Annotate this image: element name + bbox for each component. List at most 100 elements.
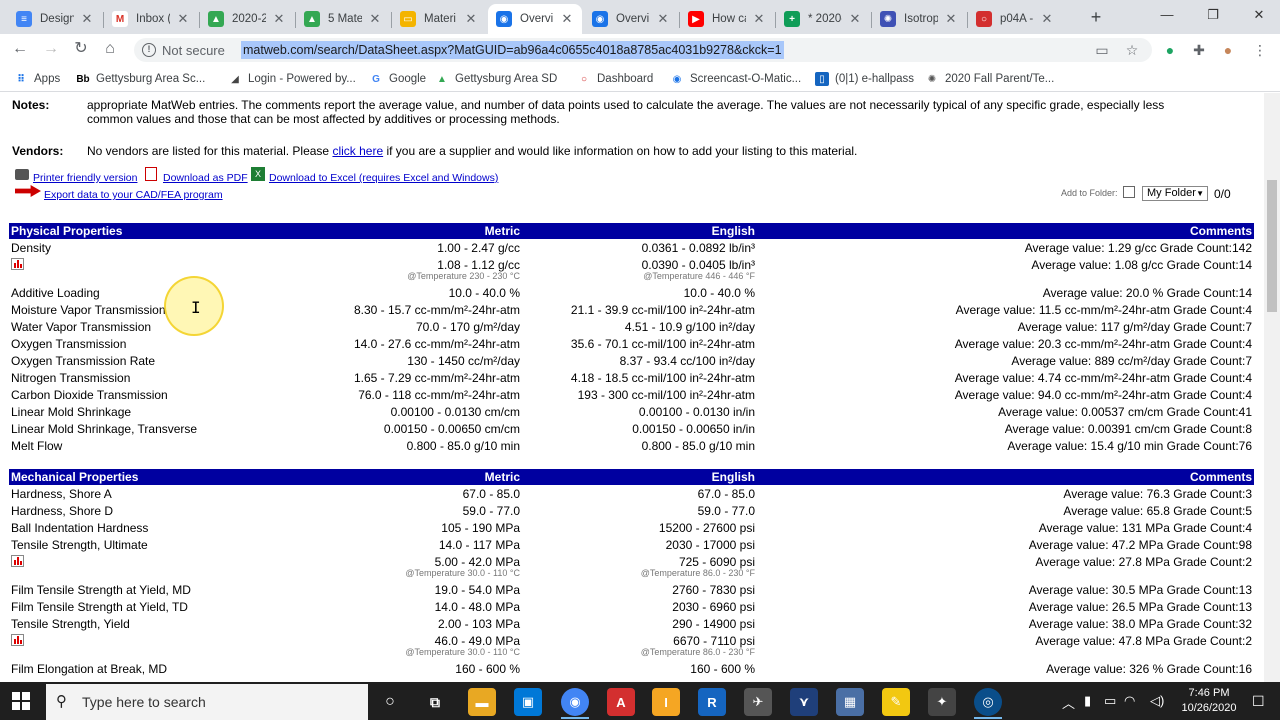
physical-english-col: English [711,224,755,238]
close-window-button[interactable]: ✕ [1236,0,1280,30]
url-text[interactable]: matweb.com/search/DataSheet.aspx?MatGUID… [241,41,784,59]
tab-close-icon[interactable]: ✕ [80,11,94,27]
tab-close-icon[interactable]: ✕ [272,11,286,27]
minimize-button[interactable]: — [1144,0,1190,30]
bookmark-item[interactable]: ◢ Login - Powered by... [228,71,356,87]
export-cad-link[interactable]: Export data to your CAD/FEA program [44,189,223,201]
notifications-icon[interactable]: ☐ [1252,693,1265,710]
browser-tab[interactable]: ▲ 2020-2 ✕ [200,4,294,34]
bookmark-item[interactable]: Bb Gettysburg Area Sc... [76,71,205,87]
browser-tab[interactable]: ▲ 5 Mate ✕ [296,4,390,34]
app-icon-12[interactable]: ✦ [928,688,956,716]
comment-value: Average value: 38.0 MPa Grade Count:32 [1028,617,1252,631]
bookmark-label: Google [389,73,427,85]
printer-friendly-link[interactable]: Printer friendly version [33,172,137,184]
tab-title: 5 Mate [328,13,362,25]
app-icon-8[interactable]: ✈ [744,688,772,716]
network-icon[interactable]: ▭ [1104,693,1116,709]
chrome-icon[interactable]: ◉ [561,688,589,716]
clock-date: 10/26/2020 [1181,702,1237,714]
acrobat-icon[interactable]: A [607,688,635,716]
home-button[interactable]: ⌂ [99,38,121,60]
tab-close-icon[interactable]: ✕ [368,11,382,27]
screencast-icon[interactable]: ◎ [974,688,1002,716]
bookmark-item[interactable]: ◉ Screencast-O-Matic... [670,71,802,87]
browser-tab[interactable]: M Inbox (✕ [104,4,198,34]
bookmark-item[interactable]: ✺ 2020 Fall Parent/Te... [925,71,1055,87]
bookmark-label: Gettysburg Area SD [455,73,558,85]
english-condition: @Temperature 86.0 - 230 °F [640,647,755,657]
tab-close-icon[interactable]: ✕ [1040,11,1054,27]
new-tab-button[interactable]: + [1084,6,1108,28]
bookmark-item[interactable]: ⠿ Apps [14,71,60,87]
back-button[interactable]: ← [9,38,31,60]
reload-button[interactable]: ↻ [70,38,92,60]
apps-icon: ⠿ [17,73,25,85]
tray-chevron-icon[interactable]: ︿ [1062,693,1075,712]
bookmark-item[interactable]: ▯ (0|1) e-hallpass [815,71,914,87]
tab-close-icon[interactable]: ✕ [848,11,862,27]
bookmark-star-icon[interactable]: ☆ [1122,40,1142,60]
tab-close-icon[interactable]: ✕ [464,11,478,27]
folder-checkbox[interactable] [1123,186,1135,198]
tab-close-icon[interactable]: ✕ [944,11,958,27]
property-row: Carbon Dioxide Transmission 76.0 - 118 cc… [9,388,1254,405]
wifi-icon[interactable]: ◠ [1124,693,1135,709]
scrollbar-thumb[interactable] [1267,180,1277,312]
dashboard-icon: ○ [580,73,588,85]
tab-title: 2020-2 [232,13,266,25]
profile-avatar-icon[interactable]: ● [1218,40,1238,60]
property-row: Film Tensile Strength at Yield, TD 14.0 -… [9,600,1254,617]
tab-close-icon[interactable]: ✕ [560,11,574,27]
menu-kebab-icon[interactable]: ⋮ [1250,40,1270,60]
maximize-button[interactable]: ❐ [1190,0,1236,30]
browser-tab[interactable]: ◉ Overvi ✕ [488,4,582,34]
folder-select[interactable]: My Folder ▼ [1142,186,1208,201]
bookmark-item[interactable]: ○ Dashboard [577,71,653,87]
download-pdf-link[interactable]: Download as PDF [163,172,248,184]
browser-tab[interactable]: ▶ How ca ✕ [680,4,774,34]
tab-close-icon[interactable]: ✕ [656,11,670,27]
cortana-icon[interactable]: ○ [376,688,404,716]
battery-icon[interactable]: ▮ [1084,693,1091,709]
click-here-link[interactable]: click here [332,144,383,158]
app-icon-9[interactable]: ⋎ [790,688,818,716]
windows-start-icon[interactable] [12,692,30,710]
file-explorer-icon[interactable]: ▬ [468,688,496,716]
browser-tab[interactable]: + * 2020- ✕ [776,4,870,34]
bar-chart-icon[interactable] [11,555,24,567]
taskbar-search-placeholder[interactable]: Type here to search [82,694,206,710]
calculator-icon[interactable]: ▦ [836,688,864,716]
bar-chart-icon[interactable] [11,634,24,646]
r-app-icon[interactable]: R [698,688,726,716]
tab-favicon-icon: ▲ [208,11,224,27]
download-excel-link[interactable]: Download to Excel (requires Excel and Wi… [269,172,498,184]
chrome-active-indicator [561,717,589,719]
english-value: 10.0 - 40.0 % [683,286,755,300]
vendors-post: if you are a supplier and would like inf… [383,144,858,158]
grammarly-extension-icon[interactable]: ● [1160,40,1180,60]
sticky-notes-icon[interactable]: ✎ [882,688,910,716]
warning-icon: ! [142,43,156,57]
volume-icon[interactable]: ◁) [1150,693,1164,709]
tab-close-icon[interactable]: ✕ [176,11,190,27]
tab-close-icon[interactable]: ✕ [752,11,766,27]
tab-title: Design [40,13,74,25]
browser-tab[interactable]: ≡ Design ✕ [8,4,102,34]
task-view-icon[interactable]: ⧉ [421,688,449,716]
bookmark-item[interactable]: ▲ Gettysburg Area SD [435,71,557,87]
store-icon[interactable]: ▣ [514,688,542,716]
illustrator-icon[interactable]: I [652,688,680,716]
browser-tab[interactable]: ○ p04A - ✕ [968,4,1062,34]
tab-favicon-icon: ◉ [496,11,512,27]
browser-tab[interactable]: ▭ Materi ✕ [392,4,486,34]
forward-button[interactable]: → [40,38,62,60]
browser-tab[interactable]: ✺ Isotrop ✕ [872,4,966,34]
cast-icon[interactable]: ▭ [1092,40,1112,60]
bar-chart-icon[interactable] [11,258,24,270]
bookmark-item[interactable]: G Google [369,71,426,87]
taskbar-clock[interactable]: 7:46 PM 10/26/2020 [1176,686,1242,716]
browser-tab[interactable]: ◉ Overvi ✕ [584,4,678,34]
security-indicator[interactable]: ! Not secure [142,42,225,58]
extensions-icon[interactable]: ✚ [1189,40,1209,60]
